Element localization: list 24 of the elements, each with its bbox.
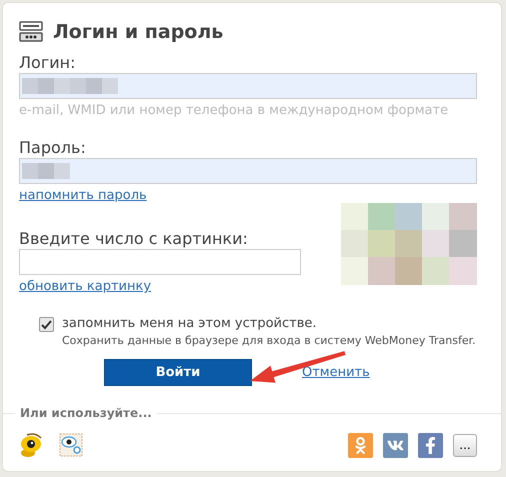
eye-mascot-icon[interactable] [19, 432, 43, 458]
odnoklassniki-icon[interactable] [348, 432, 373, 458]
refresh-image-link[interactable]: обновить картинку [19, 279, 152, 294]
password-field[interactable] [19, 158, 477, 184]
captcha-field[interactable] [19, 249, 301, 275]
field-label: Введите число с картинки: [19, 229, 249, 248]
field-label: Логин: [19, 53, 76, 72]
remind-password-link[interactable]: напомнить пароль [19, 188, 147, 203]
login-badge-icon [19, 21, 43, 43]
vk-icon[interactable] [383, 432, 408, 458]
remember-checkbox[interactable] [39, 317, 54, 332]
field-label: Пароль: [19, 138, 87, 157]
cancel-link[interactable]: Отменить [302, 365, 370, 380]
remember-label: запомнить меня на этом устройстве. [62, 316, 318, 331]
section-heading: Или используйте... [19, 406, 153, 420]
remember-note: Сохранить данные в браузере для входа в систему WebMoney Transfer. [62, 334, 476, 347]
field-hint: e-mail, WMID или номер телефона в международном формате [19, 103, 450, 118]
certificate-eye-icon[interactable] [59, 433, 83, 457]
login-field[interactable] [19, 73, 477, 99]
login-button[interactable]: Войти [104, 359, 252, 386]
pixelated-value [22, 163, 70, 179]
more-button[interactable]: ... [453, 434, 477, 456]
dialog-title: Логин и пароль [53, 21, 224, 43]
facebook-icon[interactable] [418, 432, 443, 458]
